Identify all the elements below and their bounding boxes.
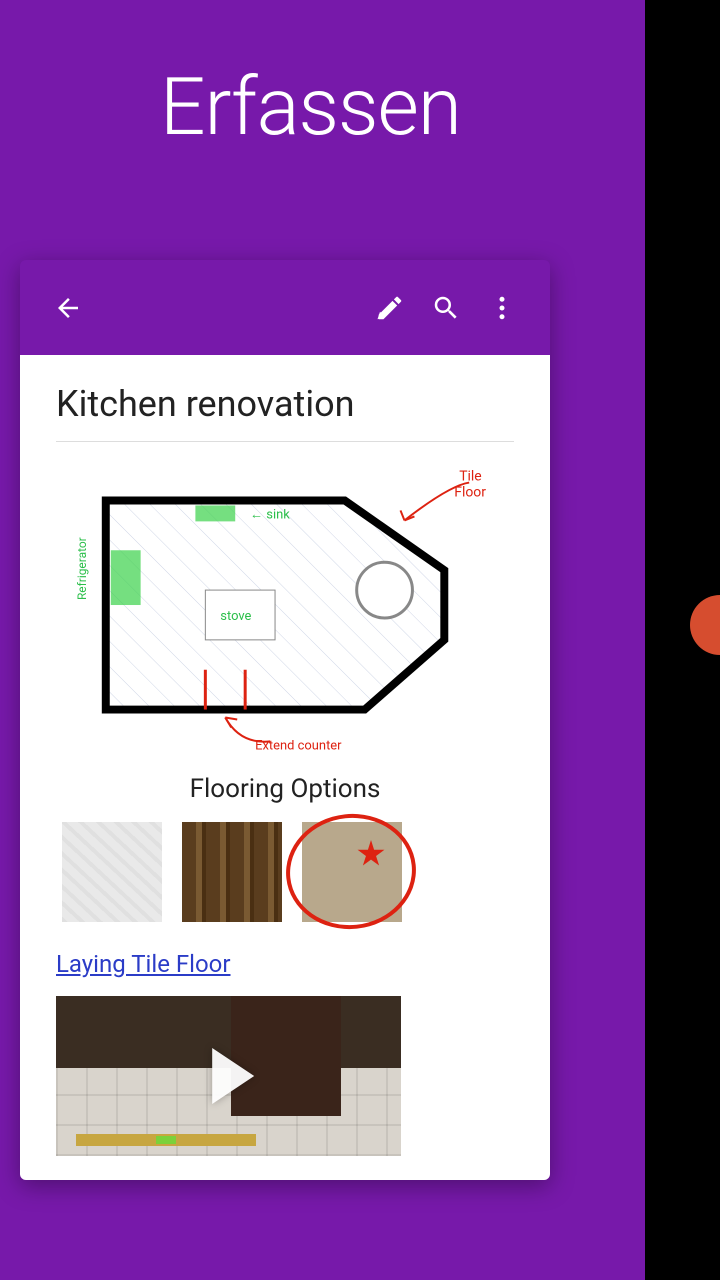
annotation-sink: ← sink xyxy=(250,507,290,522)
tile-floor-link[interactable]: Laying Tile Floor xyxy=(56,950,231,978)
search-button[interactable] xyxy=(418,280,474,336)
pen-icon xyxy=(375,293,405,323)
annotation-refrigerator: Refrigerator xyxy=(75,537,89,600)
annotation-tile-floor-2: Floor xyxy=(454,484,486,500)
star-icon xyxy=(357,840,385,868)
video-level-shape xyxy=(76,1134,256,1146)
note-card: Kitchen renovation stove xyxy=(20,260,550,1180)
annotation-stove: stove xyxy=(220,609,251,624)
search-icon xyxy=(431,293,461,323)
app-bar xyxy=(20,260,550,355)
swatch-tile[interactable] xyxy=(302,822,402,922)
app-surface: Erfassen Kitchen renovation xyxy=(0,0,645,1280)
play-icon xyxy=(212,1048,254,1104)
swatch-wood[interactable] xyxy=(182,822,282,922)
floor-plan-image: stove ← sink Refrigerator Extend count xyxy=(56,460,514,760)
hero-title: Erfassen xyxy=(160,60,461,154)
pen-button[interactable] xyxy=(362,280,418,336)
more-vert-icon xyxy=(487,293,517,323)
adjacent-pane xyxy=(645,0,720,1280)
flooring-swatches xyxy=(56,822,514,922)
flooring-heading: Flooring Options xyxy=(56,774,514,804)
arrow-left-icon xyxy=(53,293,83,323)
video-thumbnail[interactable] xyxy=(56,996,401,1156)
annotation-extend-counter: Extend counter xyxy=(255,738,342,753)
adjacent-fab[interactable] xyxy=(690,595,720,655)
more-button[interactable] xyxy=(474,280,530,336)
swatch-marble[interactable] xyxy=(62,822,162,922)
back-button[interactable] xyxy=(40,280,96,336)
annotation-tile-floor-1: Tile xyxy=(459,469,481,485)
note-body[interactable]: Kitchen renovation stove xyxy=(20,355,550,1180)
note-title: Kitchen renovation xyxy=(56,383,514,442)
